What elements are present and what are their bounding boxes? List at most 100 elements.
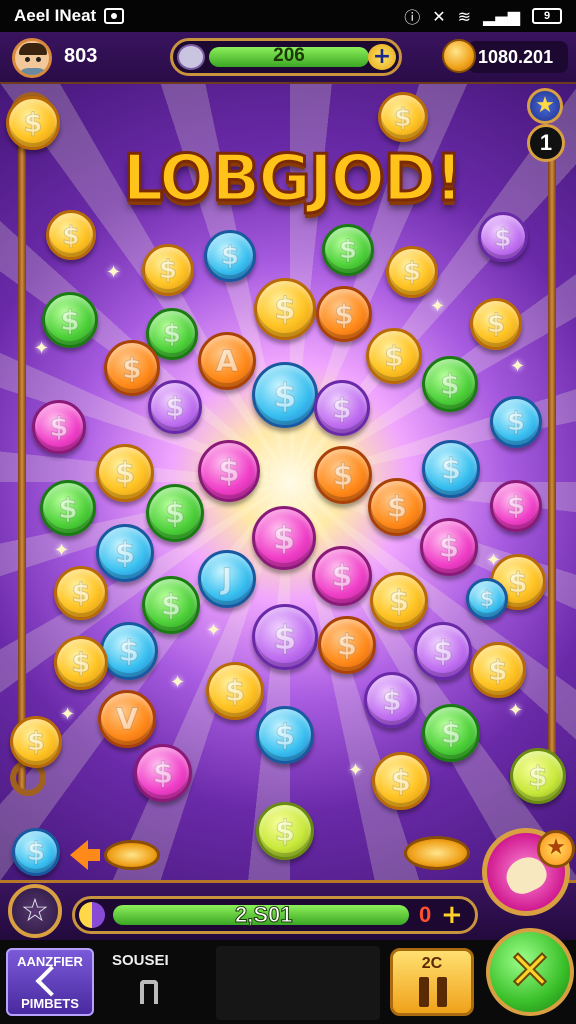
blue-coin[interactable]: $: [490, 396, 542, 448]
coin-symbol: $: [332, 391, 353, 425]
progress-value: 2,S01: [235, 902, 293, 928]
sparkle-icon: ✦: [510, 356, 526, 377]
coin-symbol: $: [334, 297, 355, 331]
blue-coin[interactable]: J: [198, 550, 256, 608]
sparkle-icon: ✦: [348, 760, 364, 781]
gold-coin[interactable]: $: [142, 244, 194, 296]
orange-coin[interactable]: $: [318, 616, 376, 674]
alert-icon: ⓘ: [404, 8, 421, 27]
gold-coin[interactable]: $: [54, 636, 108, 690]
star-button[interactable]: ☆: [8, 884, 62, 938]
green-coin[interactable]: $: [422, 356, 478, 412]
coin-symbol: $: [338, 235, 358, 266]
pink-coin[interactable]: $: [312, 546, 372, 606]
green-coin[interactable]: $: [146, 484, 204, 542]
coin-symbol: $: [114, 456, 136, 491]
purple-coin[interactable]: $: [252, 604, 318, 670]
arch-icon[interactable]: [140, 980, 158, 1004]
coin-symbol: $: [432, 634, 454, 669]
screenshot-icon: [104, 8, 125, 24]
mute-icon: ✕: [432, 6, 446, 26]
sparkle-icon: ✦: [206, 620, 222, 641]
blue-coin[interactable]: $: [252, 362, 318, 428]
battery-icon: 9: [532, 8, 562, 24]
orange-coin[interactable]: $: [314, 446, 372, 504]
gold-coin[interactable]: $: [54, 566, 108, 620]
sparkle-icon: ✦: [60, 704, 76, 725]
gold-coin[interactable]: $: [96, 444, 154, 502]
lime-coin[interactable]: $: [510, 748, 566, 804]
coin-symbol: $: [506, 491, 526, 522]
gold-coin[interactable]: $: [366, 328, 422, 384]
left-rail: [18, 100, 26, 790]
purple-coin[interactable]: $: [314, 380, 370, 436]
orange-coin[interactable]: V: [98, 690, 156, 748]
coin-symbol: $: [331, 558, 353, 594]
coin-symbol: $: [388, 584, 410, 619]
gold-coin[interactable]: $: [6, 96, 60, 150]
gold-coin[interactable]: $: [386, 246, 438, 298]
go-button[interactable]: ✕: [486, 928, 574, 1016]
blue-chip-coin[interactable]: $: [12, 828, 60, 876]
blue-coin[interactable]: $: [100, 622, 158, 680]
star-badge-icon[interactable]: ★: [527, 88, 563, 124]
player-score: 803: [64, 45, 98, 67]
coin-symbol: $: [528, 759, 549, 793]
flat-gold-coin: [104, 840, 160, 870]
gold-coin[interactable]: $: [378, 92, 428, 142]
green-coin[interactable]: $: [422, 704, 480, 762]
blue-coin[interactable]: $: [466, 578, 508, 620]
purple-coin[interactable]: $: [414, 622, 472, 680]
blue-coin[interactable]: $: [204, 230, 256, 282]
blue-coin[interactable]: $: [256, 706, 314, 764]
gold-coin[interactable]: $: [206, 662, 264, 720]
gold-coin[interactable]: $: [10, 716, 62, 768]
gold-coin[interactable]: $: [370, 572, 428, 630]
coin-symbol: $: [218, 453, 241, 490]
green-coin[interactable]: $: [142, 576, 200, 634]
coin-icon: [442, 39, 476, 73]
transfer-button[interactable]: AANZFIER PIMBETS: [6, 948, 94, 1016]
purple-coin[interactable]: $: [148, 380, 202, 434]
pink-coin[interactable]: $: [134, 744, 192, 802]
purple-coin[interactable]: $: [478, 212, 528, 262]
player-avatar[interactable]: [12, 38, 52, 78]
gold-coin[interactable]: $: [254, 278, 316, 340]
pink-coin[interactable]: $: [490, 480, 542, 532]
coin-symbol: $: [152, 756, 174, 791]
souse-label: SOUSEI: [112, 952, 169, 969]
green-coin[interactable]: $: [42, 292, 98, 348]
orange-coin[interactable]: $: [368, 478, 426, 536]
xp-add-button[interactable]: +: [368, 44, 396, 70]
xp-meter: 206 +: [170, 38, 402, 76]
coin-symbol: $: [508, 565, 529, 599]
gold-coin[interactable]: $: [46, 210, 96, 260]
pink-coin[interactable]: $: [252, 506, 316, 570]
sparkle-icon: ✦: [54, 540, 70, 561]
coin-symbol: $: [273, 617, 297, 657]
gold-coin[interactable]: $: [470, 642, 526, 698]
pause-label: 2C: [421, 955, 443, 972]
pink-coin[interactable]: $: [420, 518, 478, 576]
blue-coin[interactable]: $: [422, 440, 480, 498]
pink-coin[interactable]: $: [198, 440, 260, 502]
gold-coin[interactable]: $: [372, 752, 430, 810]
sparkle-icon: ✦: [508, 700, 524, 721]
coin-symbol: $: [158, 255, 178, 286]
green-coin[interactable]: $: [40, 480, 96, 536]
lime-coin[interactable]: $: [256, 802, 314, 860]
pink-coin[interactable]: $: [32, 400, 86, 454]
blue-coin[interactable]: $: [96, 524, 154, 582]
gold-coin[interactable]: $: [470, 298, 522, 350]
pause-button[interactable]: 2C: [390, 948, 474, 1016]
orange-coin[interactable]: $: [316, 286, 372, 342]
orange-coin[interactable]: $: [104, 340, 160, 396]
green-coin[interactable]: $: [322, 224, 374, 276]
coin-symbol: $: [60, 303, 81, 337]
coin-symbol: $: [440, 367, 461, 401]
transfer-label-bottom: PIMBETS: [21, 996, 79, 1011]
coin-symbol: $: [23, 107, 43, 139]
purple-coin[interactable]: $: [364, 672, 420, 728]
progress-add-button[interactable]: +: [441, 900, 463, 930]
orange-coin[interactable]: A: [198, 332, 256, 390]
